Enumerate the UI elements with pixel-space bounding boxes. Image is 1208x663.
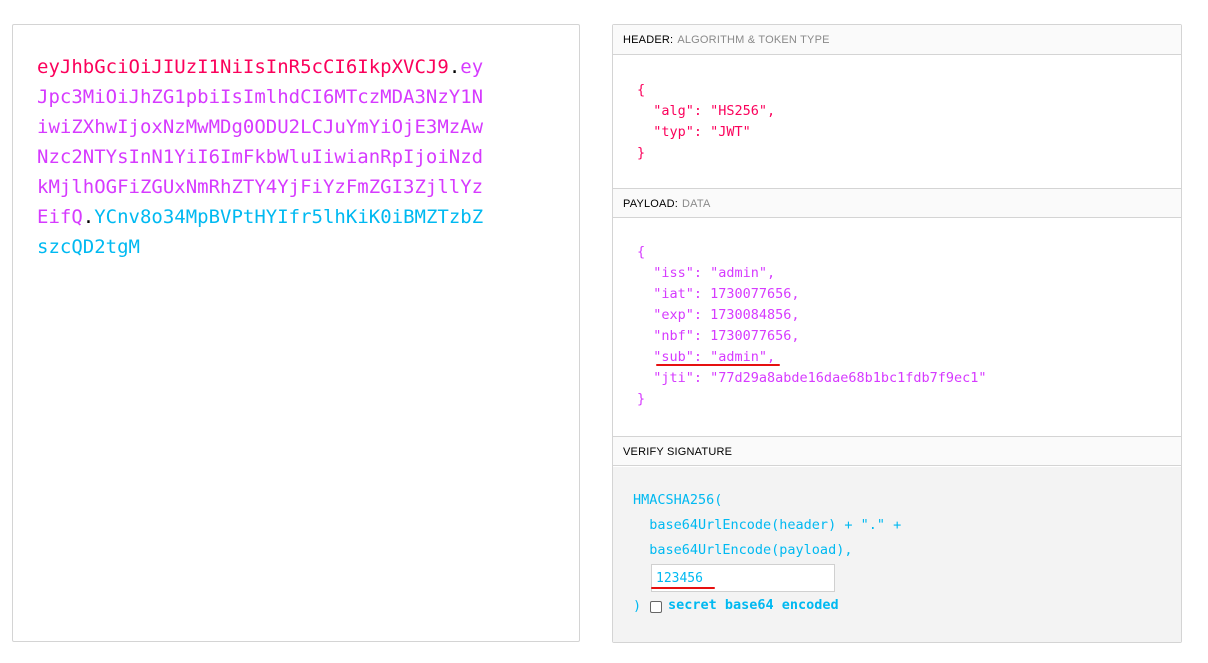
token-dot: . xyxy=(448,56,461,78)
header-sublabel: ALGORITHM & TOKEN TYPE xyxy=(677,34,830,46)
decoded-panel: HEADER: ALGORITHM & TOKEN TYPE { "alg": "… xyxy=(612,24,1182,643)
hmac-function: HMACSHA256( base64UrlEncode(header) + ".… xyxy=(633,488,901,563)
verify-label: VERIFY SIGNATURE xyxy=(623,446,733,458)
token-payload-part: kMjlhOGFiZGUxNmRhZTY4YjFiYzFmZGI3ZjllYz xyxy=(37,176,484,198)
hmac-close-paren: ) xyxy=(633,598,642,614)
token-payload-part: ey xyxy=(460,56,484,78)
encoded-token-text[interactable]: eyJhbGciOiJIUzI1NiIsInR5cCI6IkpXVCJ9.ey … xyxy=(37,52,517,262)
sig-line: base64UrlEncode(header) + "." + xyxy=(633,517,902,533)
token-signature-part: YCnv8o34MpBVPtHYIfr5lhKiK0iBMZTzbZ xyxy=(94,206,484,228)
payload-label: PAYLOAD: xyxy=(623,198,678,210)
token-payload-part: Jpc3MiOiJhZG1pbiIsImlhdCI6MTczMDA3NzY1N xyxy=(37,86,484,108)
sig-line: base64UrlEncode(payload), xyxy=(633,542,853,558)
token-payload-part: EifQ xyxy=(37,206,83,228)
json-line: } xyxy=(637,145,646,161)
sig-line: HMACSHA256( xyxy=(633,492,723,508)
header-json[interactable]: { "alg": "HS256", "typ": "JWT" } xyxy=(637,80,775,164)
token-payload-part: Nzc2NTYsInN1YiI6ImFkbWluIiwianRpIjoiNzd xyxy=(37,146,484,168)
token-payload-part: iwiZXhwIjoxNzMwMDg0ODU2LCJuYmYiOjE3MzAw xyxy=(37,116,484,138)
secret-base64-label[interactable]: secret base64 encoded xyxy=(668,597,839,613)
json-line: } xyxy=(637,391,646,407)
secret-base64-checkbox[interactable] xyxy=(650,601,662,613)
header-label: HEADER: xyxy=(623,34,674,46)
json-line: "nbf": 1730077656, xyxy=(637,328,800,344)
json-line: { xyxy=(637,244,646,260)
json-line: { xyxy=(637,82,646,98)
payload-section-title: PAYLOAD: DATA xyxy=(613,188,1181,218)
json-line: "exp": 1730084856, xyxy=(637,307,800,323)
token-dot: . xyxy=(82,206,95,228)
secret-underline-annotation xyxy=(651,587,715,589)
payload-json-editor[interactable]: { "iss": "admin", "iat": 1730077656, "ex… xyxy=(613,219,1181,436)
payload-json[interactable]: { "iss": "admin", "iat": 1730077656, "ex… xyxy=(637,242,987,410)
header-section-title: HEADER: ALGORITHM & TOKEN TYPE xyxy=(613,25,1181,55)
json-line-sub: "sub": "admin", xyxy=(637,349,776,365)
json-line: "iat": 1730077656, xyxy=(637,286,800,302)
encoded-token-panel[interactable]: eyJhbGciOiJIUzI1NiIsInR5cCI6IkpXVCJ9.ey … xyxy=(12,24,580,642)
json-line: "typ": "JWT" xyxy=(637,124,751,140)
token-header-part: eyJhbGciOiJIUzI1NiIsInR5cCI6IkpXVCJ9 xyxy=(37,56,449,78)
header-json-editor[interactable]: { "alg": "HS256", "typ": "JWT" } xyxy=(613,55,1181,188)
json-line: "jti": "77d29a8abde16dae68b1bc1fdb7f9ec1… xyxy=(637,370,987,386)
sub-underline-annotation xyxy=(656,364,780,366)
payload-sublabel: DATA xyxy=(682,198,711,210)
verify-signature-body: HMACSHA256( base64UrlEncode(header) + ".… xyxy=(613,467,1181,642)
verify-section-title: VERIFY SIGNATURE xyxy=(613,436,1181,466)
json-line: "iss": "admin", xyxy=(637,265,776,281)
json-line: "alg": "HS256", xyxy=(637,103,776,119)
token-signature-part: szcQD2tgM xyxy=(37,236,140,258)
